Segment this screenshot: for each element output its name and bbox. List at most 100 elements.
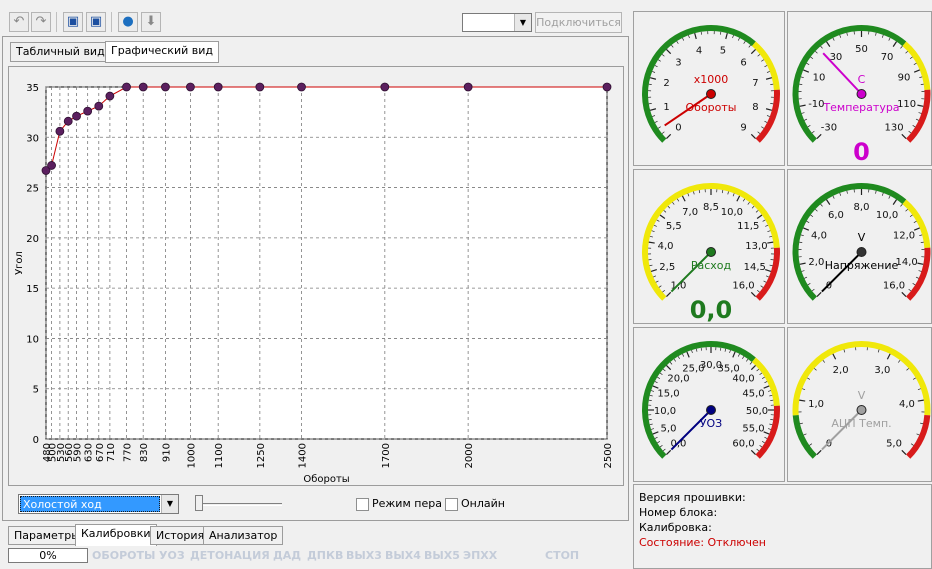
- data-point[interactable]: [47, 161, 56, 170]
- gauge-tick: [658, 285, 662, 288]
- save-icon[interactable]: ▣: [63, 12, 83, 32]
- gauge-tick: [762, 219, 766, 222]
- data-point[interactable]: [297, 82, 306, 92]
- tab-table-view[interactable]: Табличный вид: [10, 42, 111, 62]
- gauge-tick-label: 4,0: [899, 399, 915, 410]
- port-select[interactable]: ▼: [462, 13, 532, 32]
- download-icon[interactable]: ⬇: [141, 12, 161, 32]
- globe-icon[interactable]: ●: [118, 12, 138, 32]
- gauge-tick: [913, 220, 917, 223]
- gauge-tick-label: 70: [881, 52, 894, 63]
- gauge-tick: [653, 275, 657, 278]
- gauge-tick: [769, 235, 773, 238]
- gauge-tick: [666, 449, 672, 455]
- gauge-tick: [666, 49, 672, 55]
- gauge-tick: [757, 131, 761, 134]
- indicator-rpm: ОБОРОТЫ: [92, 549, 156, 562]
- gauge-tick: [766, 115, 770, 117]
- gauge-tick: [767, 241, 774, 244]
- tab-graph-view[interactable]: Графический вид: [105, 41, 219, 63]
- gauge-tick: [682, 353, 685, 357]
- gauge-tick: [672, 202, 675, 205]
- mode-select[interactable]: Холостой ход ▼: [18, 494, 179, 514]
- gauge-tick: [892, 41, 897, 47]
- tab-history[interactable]: История: [150, 526, 211, 545]
- gauge-tick: [809, 443, 813, 446]
- x-tick-label: 1000: [186, 443, 197, 468]
- data-point[interactable]: [186, 82, 195, 92]
- gauge-hub: [706, 89, 716, 99]
- data-point[interactable]: [63, 116, 73, 126]
- gauge-tick: [843, 349, 846, 353]
- data-point[interactable]: [105, 91, 115, 101]
- data-point[interactable]: [72, 111, 81, 121]
- gauge-tick: [650, 428, 655, 430]
- gauge-tick: [761, 376, 765, 379]
- gauge-tick: [909, 214, 913, 218]
- data-point[interactable]: [463, 82, 473, 92]
- gauge-tick: [764, 436, 768, 439]
- gauge-tick-label: 60,0: [732, 439, 754, 450]
- online-checkbox[interactable]: [445, 498, 458, 511]
- gauge-tick: [727, 191, 729, 195]
- gauge-tick: [655, 280, 659, 283]
- chevron-down-icon[interactable]: ▼: [161, 495, 178, 513]
- gauge-tick: [826, 199, 831, 205]
- gauge-tick: [663, 210, 667, 213]
- data-point[interactable]: [55, 126, 65, 136]
- gauge-tick: [691, 349, 693, 354]
- tab-analyzer[interactable]: Анализатор: [203, 526, 284, 545]
- gauge-tick: [800, 234, 804, 237]
- gauge-tick-label: 11,5: [737, 221, 759, 232]
- gauge-tick: [915, 276, 919, 279]
- gauge-tick: [750, 133, 756, 139]
- data-point[interactable]: [83, 106, 93, 116]
- gauge-tick: [656, 219, 660, 222]
- data-point[interactable]: [122, 82, 131, 92]
- data-point[interactable]: [213, 82, 223, 92]
- connect-button[interactable]: Подключиться: [535, 12, 622, 33]
- gauge-tick-label: 55,0: [742, 424, 764, 435]
- gauge-tick-label: 5,0: [661, 424, 677, 435]
- progress-bar: 0%: [8, 548, 88, 563]
- gauge-tick: [810, 56, 814, 60]
- x-tick-label: 670: [95, 443, 106, 462]
- gauge-tick-label: 14,0: [895, 257, 917, 268]
- gauge-tick-label: -10: [808, 99, 824, 110]
- save-as-icon[interactable]: ▣: [86, 12, 106, 32]
- gauge-tick: [765, 224, 769, 227]
- arrow-left-icon[interactable]: ↶: [9, 12, 29, 32]
- data-point[interactable]: [380, 82, 390, 92]
- slider-track[interactable]: [196, 503, 282, 506]
- data-point[interactable]: [255, 82, 265, 92]
- gauge-tick: [724, 348, 727, 352]
- data-point[interactable]: [602, 82, 612, 92]
- slider-thumb[interactable]: [195, 495, 203, 511]
- gauge-tick: [652, 115, 656, 117]
- gauge-tick-label: 4,0: [811, 230, 827, 241]
- gauge-tick: [917, 388, 921, 391]
- data-point[interactable]: [138, 82, 148, 92]
- gauge-tick-label: 50: [855, 44, 868, 55]
- arrow-right-icon[interactable]: ↷: [31, 12, 51, 32]
- gauge-tick-label: 10,0: [876, 210, 898, 221]
- tab-calibrations[interactable]: Калибровки: [75, 524, 157, 546]
- gauge-tick: [804, 276, 808, 279]
- gauge-tick: [917, 104, 924, 107]
- data-point[interactable]: [161, 82, 170, 92]
- gauge-tick-label: 13,0: [745, 241, 767, 252]
- gauge-label: Температура: [822, 101, 899, 114]
- gauge-rpm: 0 1 2 3 4 5 6 7 8 9 x1000 Обороты: [633, 11, 785, 166]
- gauge-tick: [695, 348, 698, 352]
- gauge-tick: [826, 41, 831, 47]
- gauge-tick-label: 8: [752, 102, 758, 113]
- data-point[interactable]: [94, 101, 104, 111]
- calibration-chart[interactable]: 480500530560590 630 670 710 770 830 910 1000 110…: [9, 67, 625, 487]
- gauge-tick: [917, 399, 924, 402]
- chevron-down-icon[interactable]: ▼: [514, 14, 531, 31]
- gauge-tick-label: 3: [675, 57, 681, 68]
- gauge-tick-label: 14,5: [744, 262, 766, 273]
- gauge-tick: [916, 433, 920, 436]
- gauge-tick: [747, 202, 750, 205]
- pen-mode-checkbox[interactable]: [356, 498, 369, 511]
